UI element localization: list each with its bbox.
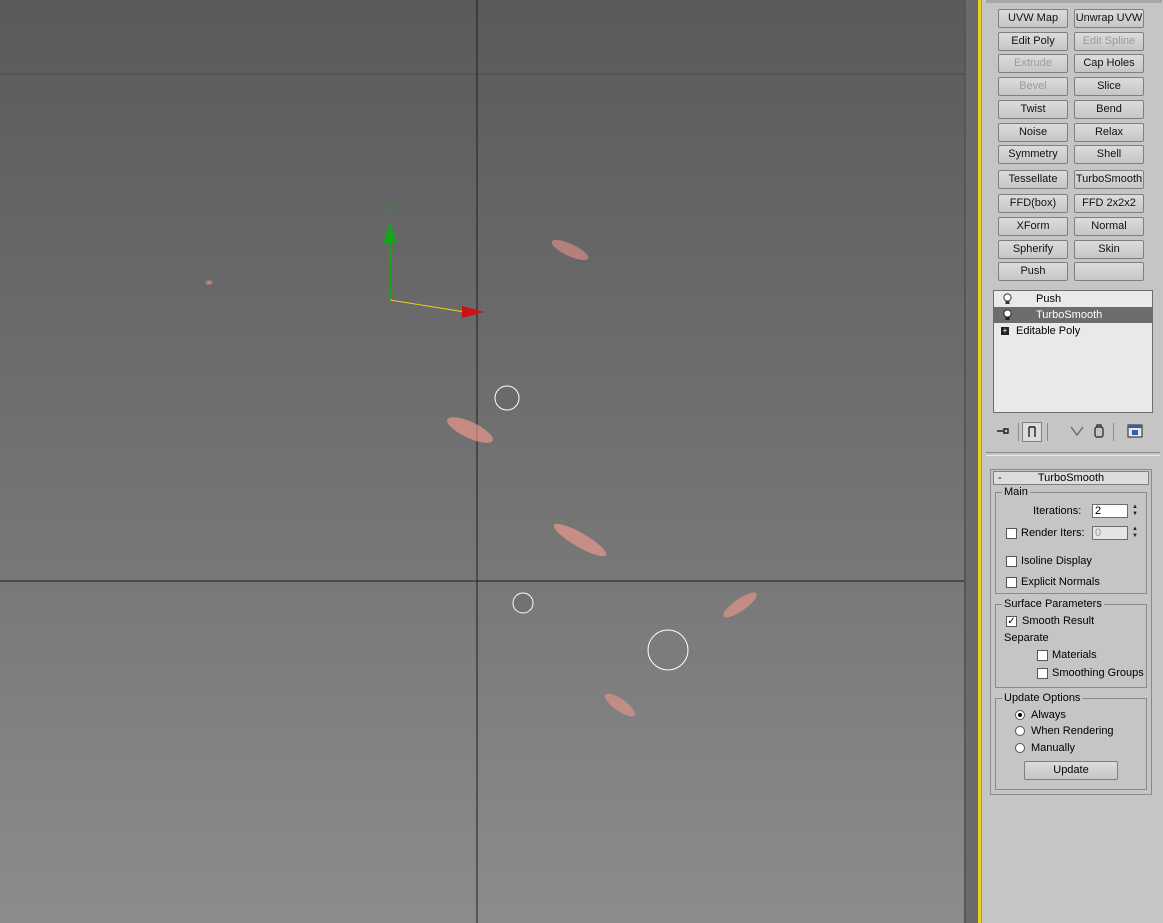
viewport-scene: y — [0, 0, 966, 923]
modifier-button-slice[interactable]: Slice — [1074, 77, 1144, 96]
smooth-result-label: Smooth Result — [1022, 615, 1095, 627]
update-options-group: Update Options Always When Rendering Man… — [995, 691, 1147, 790]
modifier-stack-toolbar — [993, 420, 1153, 444]
update-manually-radio[interactable] — [1015, 743, 1025, 753]
group-title-update-options: Update Options — [1002, 691, 1083, 705]
lightbulb-icon[interactable] — [1002, 309, 1013, 321]
update-when-rendering-label: When Rendering — [1031, 725, 1114, 737]
turbosmooth-rollout: - TurboSmooth Main Iterations: ▲▼ Render… — [990, 469, 1152, 795]
modifier-button-shell[interactable]: Shell — [1074, 145, 1144, 164]
viewport-border — [964, 0, 966, 923]
render-iters-label: Render Iters: — [1021, 527, 1085, 539]
command-panel-modify: UVW Map Unwrap UVW Edit Poly Edit Spline… — [981, 0, 1163, 923]
modifier-button-bend[interactable]: Bend — [1074, 100, 1144, 119]
stack-item-push[interactable]: Push — [994, 291, 1152, 307]
move-gizmo[interactable]: y — [383, 202, 484, 318]
modifier-button-uvw-map[interactable]: UVW Map — [998, 9, 1068, 28]
modifier-button-spherify[interactable]: Spherify — [998, 240, 1068, 259]
update-always-label: Always — [1031, 709, 1066, 721]
stack-item-label: Editable Poly — [1016, 325, 1081, 337]
smooth-result-checkbox[interactable]: ✓ — [1006, 616, 1017, 627]
iterations-spinner-input[interactable] — [1092, 504, 1128, 518]
modifier-button-cap-holes[interactable]: Cap Holes — [1074, 54, 1144, 73]
turbosmooth-rollout-header[interactable]: - TurboSmooth — [993, 471, 1149, 485]
stack-item-editable-poly[interactable]: + Editable Poly — [994, 323, 1152, 339]
group-title-surface-parameters: Surface Parameters — [1002, 597, 1104, 611]
expand-plus-icon[interactable]: + — [1001, 327, 1009, 335]
pin-stack-icon[interactable] — [993, 422, 1013, 442]
modifier-button-ffd-2x2x2[interactable]: FFD 2x2x2 — [1074, 194, 1144, 213]
modifier-button-empty[interactable] — [1074, 262, 1144, 281]
modifier-stack-list[interactable]: Push TurboSmooth + Editable Poly — [993, 290, 1153, 413]
surface-parameters-group: Surface Parameters ✓ Smooth Result Separ… — [995, 597, 1147, 688]
modifier-button-normal[interactable]: Normal — [1074, 217, 1144, 236]
svg-text:y: y — [387, 202, 392, 212]
modifier-button-relax[interactable]: Relax — [1074, 123, 1144, 142]
make-unique-icon[interactable] — [1067, 422, 1087, 442]
render-iters-spinner-input[interactable] — [1092, 526, 1128, 540]
stack-item-label: Push — [1036, 293, 1062, 305]
main-group: Main Iterations: ▲▼ Render Iters: ▲▼ Iso… — [995, 485, 1147, 594]
modifier-button-bevel[interactable]: Bevel — [998, 77, 1068, 96]
explicit-normals-label: Explicit Normals — [1021, 576, 1100, 588]
modifier-button-tessellate[interactable]: Tessellate — [998, 170, 1068, 189]
modifier-button-ffd-box[interactable]: FFD(box) — [998, 194, 1068, 213]
stack-item-turbosmooth[interactable]: TurboSmooth — [994, 307, 1152, 323]
update-always-radio[interactable] — [1015, 710, 1025, 720]
stack-item-label: TurboSmooth — [1036, 309, 1103, 321]
modifier-button-edit-poly[interactable]: Edit Poly — [998, 32, 1068, 51]
render-iters-checkbox[interactable] — [1006, 528, 1017, 539]
configure-modifier-sets-icon[interactable] — [1125, 422, 1145, 442]
rollout-title: TurboSmooth — [1037, 472, 1105, 484]
collapse-icon[interactable]: - — [998, 472, 1002, 484]
modifier-button-extrude[interactable]: Extrude — [998, 54, 1068, 73]
update-manually-label: Manually — [1031, 742, 1076, 754]
smoothing-groups-label: Smoothing Groups — [1052, 667, 1144, 679]
update-when-rendering-radio[interactable] — [1015, 726, 1025, 736]
modifier-button-xform[interactable]: XForm — [998, 217, 1068, 236]
modifier-button-unwrap-uvw[interactable]: Unwrap UVW — [1074, 9, 1144, 28]
update-button[interactable]: Update — [1024, 761, 1118, 780]
materials-label: Materials — [1052, 649, 1097, 661]
iterations-spinner-arrows[interactable]: ▲ ▼ — [1130, 504, 1140, 518]
modifier-button-twist[interactable]: Twist — [998, 100, 1068, 119]
modifier-button-turbosmooth[interactable]: TurboSmooth — [1074, 170, 1144, 189]
explicit-normals-checkbox[interactable] — [1006, 577, 1017, 588]
modifier-button-symmetry[interactable]: Symmetry — [998, 145, 1068, 164]
isoline-display-checkbox[interactable] — [1006, 556, 1017, 567]
modifier-button-push[interactable]: Push — [998, 262, 1068, 281]
modifier-button-skin[interactable]: Skin — [1074, 240, 1144, 259]
remove-modifier-icon[interactable] — [1089, 422, 1109, 442]
show-end-result-icon[interactable] — [1022, 422, 1042, 442]
panel-divider — [986, 452, 1160, 456]
molecule-mesh[interactable] — [0, 200, 900, 900]
iterations-label: Iterations: — [1033, 505, 1082, 517]
lightbulb-icon[interactable] — [1002, 293, 1013, 305]
separate-label: Separate — [1004, 632, 1049, 644]
isoline-display-label: Isoline Display — [1021, 555, 1092, 567]
materials-checkbox[interactable] — [1037, 650, 1048, 661]
perspective-viewport[interactable]: y — [0, 0, 966, 923]
smoothing-groups-checkbox[interactable] — [1037, 668, 1048, 679]
group-title-main: Main — [1002, 485, 1030, 499]
modifier-button-noise[interactable]: Noise — [998, 123, 1068, 142]
render-iters-spinner-arrows[interactable]: ▲ ▼ — [1130, 526, 1140, 540]
panel-top-strip — [986, 0, 1162, 3]
modifier-button-edit-spline[interactable]: Edit Spline — [1074, 32, 1144, 51]
